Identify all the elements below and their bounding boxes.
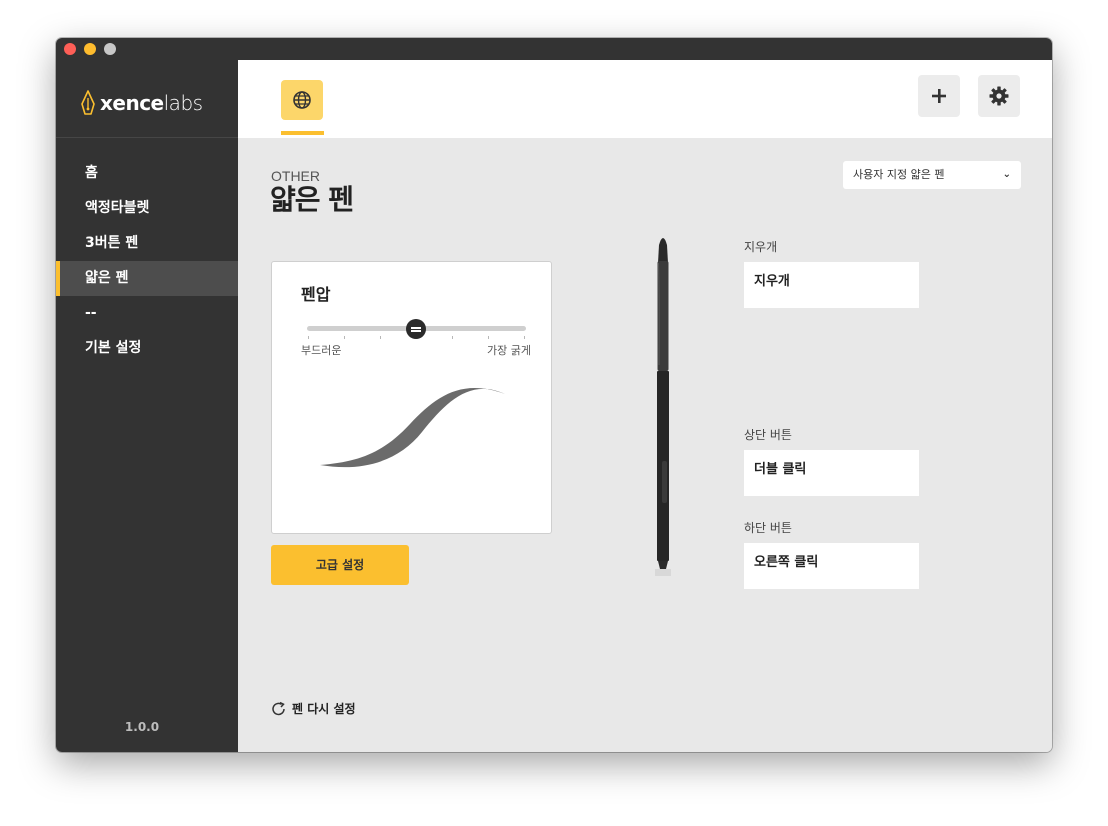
settings-button[interactable] [978,75,1020,117]
plus-icon [932,89,946,103]
tab-all-apps[interactable] [281,80,323,120]
upper-button-action-field[interactable]: 더블 클릭 [744,450,919,496]
sidebar-item-home[interactable]: 홈 [56,156,238,191]
pressure-card: 펜압 부드러운 가장 굵게 [271,261,552,534]
sidebar-item-pen-display[interactable]: 액정타블렛 [56,191,238,226]
pressure-stroke-preview [320,387,505,468]
eraser-action-field[interactable]: 지우개 [744,262,919,308]
pressure-hard-label: 가장 굵게 [487,344,531,357]
thin-pen-illustration [655,238,671,576]
globe-icon [293,91,311,109]
logo-wordmark: xencelabs [100,91,203,115]
reset-pen-button[interactable]: 펜 다시 설정 [271,700,356,717]
lower-button-action-field[interactable]: 오른쪽 클릭 [744,543,919,589]
pressure-title: 펜압 [301,285,331,304]
add-app-button[interactable] [918,75,960,117]
slider-tick [380,336,381,339]
sidebar-item-3-button-pen[interactable]: 3버튼 펜 [56,226,238,261]
close-window-button[interactable] [64,43,76,55]
title-bar [56,38,1052,60]
slider-tick [308,336,309,339]
zoom-window-button[interactable] [104,43,116,55]
sidebar-item-thin-pen[interactable]: 얇은 펜 [56,261,238,296]
minimize-window-button[interactable] [84,43,96,55]
app-window: xencelabs 홈 액정타블렛 3버튼 펜 얇은 펜 -- 기본 설정 1.… [56,38,1052,752]
gear-icon [989,86,1009,106]
version-label: 1.0.0 [124,720,160,734]
slider-tick [452,336,453,339]
advanced-settings-button[interactable]: 고급 설정 [271,545,409,585]
pressure-slider-handle[interactable] [406,319,426,339]
pressure-soft-label: 부드러운 [301,344,342,357]
main-content: OTHER 얇은 펜 사용자 지정 얇은 펜 ⌄ 펜압 부드러운 가장 굵게 고… [238,138,1052,752]
pen-profile-select[interactable]: 사용자 지정 얇은 펜 ⌄ [843,161,1021,189]
refresh-icon [272,701,285,715]
reset-pen-label: 펜 다시 설정 [292,702,356,716]
xencelabs-logo: xencelabs [80,88,203,118]
pen-profile-select-value: 사용자 지정 얇은 펜 [853,168,945,181]
upper-button-label: 상단 버튼 [744,428,792,442]
chevron-down-icon: ⌄ [1002,169,1011,180]
sidebar-nav: 홈 액정타블렛 3버튼 펜 얇은 펜 -- 기본 설정 [56,156,238,366]
top-bar [238,60,1052,138]
lower-button-label: 하단 버튼 [744,521,792,535]
eraser-label: 지우개 [744,240,778,254]
slider-tick [524,336,525,339]
sidebar-item-separator[interactable]: -- [56,296,238,331]
slider-tick [488,336,489,339]
sidebar-divider [56,137,238,138]
sidebar-item-general-settings[interactable]: 기본 설정 [56,331,238,366]
slider-tick [344,336,345,339]
page-title: 얇은 펜 [270,183,354,216]
sidebar: xencelabs 홈 액정타블렛 3버튼 펜 얇은 펜 -- 기본 설정 1.… [56,60,238,752]
tab-active-indicator [281,131,324,135]
pen-nib-logo-icon [81,90,95,115]
